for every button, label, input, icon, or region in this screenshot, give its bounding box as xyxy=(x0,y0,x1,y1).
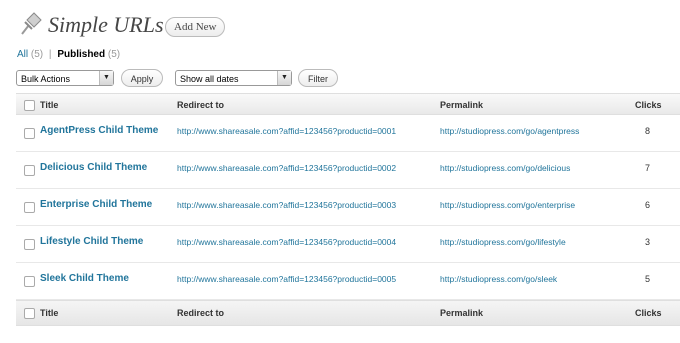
row-title-link[interactable]: AgentPress Child Theme xyxy=(40,125,158,136)
footer-column-permalink: Permalink xyxy=(440,308,484,318)
date-filter-value: Show all dates xyxy=(180,74,239,84)
row-title-link[interactable]: Enterprise Child Theme xyxy=(40,199,152,210)
page-title: Simple URLs xyxy=(48,12,164,37)
row-permalink-link[interactable]: http://studiopress.com/go/enterprise xyxy=(440,200,575,210)
row-permalink-link[interactable]: http://studiopress.com/go/lifestyle xyxy=(440,237,566,247)
row-checkbox[interactable] xyxy=(24,276,35,287)
footer-column-clicks[interactable]: Clicks xyxy=(635,308,662,318)
row-checkbox[interactable] xyxy=(24,202,35,213)
row-redirect-link[interactable]: http://www.shareasale.com?affid=123456?p… xyxy=(177,126,396,136)
filter-button[interactable]: Filter xyxy=(298,69,338,87)
apply-button[interactable]: Apply xyxy=(121,69,163,87)
page-header: Simple URLs Add New xyxy=(16,10,676,40)
table-row: Sleek Child Theme http://www.shareasale.… xyxy=(16,263,680,300)
table-row: AgentPress Child Theme http://www.sharea… xyxy=(16,115,680,152)
row-redirect-link[interactable]: http://www.shareasale.com?affid=123456?p… xyxy=(177,274,396,284)
column-clicks[interactable]: Clicks xyxy=(635,100,662,110)
select-all-checkbox-footer[interactable] xyxy=(24,308,35,319)
filter-published-count: (5) xyxy=(107,49,121,60)
row-clicks: 5 xyxy=(645,274,651,284)
pushpin-icon xyxy=(21,12,42,35)
row-redirect-link[interactable]: http://www.shareasale.com?affid=123456?p… xyxy=(177,237,396,247)
footer-column-redirect: Redirect to xyxy=(177,308,225,318)
filter-separator: | xyxy=(48,49,52,60)
row-clicks: 6 xyxy=(645,200,651,210)
column-title[interactable]: Title xyxy=(40,100,58,110)
bulk-actions-select[interactable]: Bulk Actions ▼ xyxy=(16,70,114,86)
row-permalink-link[interactable]: http://studiopress.com/go/sleek xyxy=(440,274,557,284)
chevron-down-icon: ▼ xyxy=(99,71,113,85)
table-header: Title Redirect to Permalink Clicks xyxy=(16,93,680,115)
footer-column-title[interactable]: Title xyxy=(40,308,58,318)
filter-all-count: (5) xyxy=(30,49,44,60)
row-permalink-link[interactable]: http://studiopress.com/go/agentpress xyxy=(440,126,579,136)
row-title-link[interactable]: Delicious Child Theme xyxy=(40,162,147,173)
table-row: Enterprise Child Theme http://www.sharea… xyxy=(16,189,680,226)
date-filter-select[interactable]: Show all dates ▼ xyxy=(175,70,292,86)
add-new-button[interactable]: Add New xyxy=(165,17,226,37)
select-all-checkbox[interactable] xyxy=(24,100,35,111)
row-title-link[interactable]: Lifestyle Child Theme xyxy=(40,236,143,247)
urls-table: Title Redirect to Permalink Clicks xyxy=(16,93,680,115)
row-clicks: 8 xyxy=(645,126,651,136)
bulk-actions-value: Bulk Actions xyxy=(21,74,71,84)
row-redirect-link[interactable]: http://www.shareasale.com?affid=123456?p… xyxy=(177,163,396,173)
status-filter-links: All (5) | Published (5) xyxy=(17,49,120,60)
row-redirect-link[interactable]: http://www.shareasale.com?affid=123456?p… xyxy=(177,200,396,210)
column-redirect: Redirect to xyxy=(177,100,225,110)
row-checkbox[interactable] xyxy=(24,239,35,250)
table-row: Lifestyle Child Theme http://www.shareas… xyxy=(16,226,680,263)
filter-all-link[interactable]: All xyxy=(17,49,28,60)
row-checkbox[interactable] xyxy=(24,165,35,176)
table-row: Delicious Child Theme http://www.shareas… xyxy=(16,152,680,189)
filter-published-link[interactable]: Published xyxy=(57,49,105,60)
row-title-link[interactable]: Sleek Child Theme xyxy=(40,273,129,284)
column-permalink: Permalink xyxy=(440,100,484,110)
chevron-down-icon: ▼ xyxy=(277,71,291,85)
table-footer: Title Redirect to Permalink Clicks xyxy=(16,300,680,326)
row-clicks: 3 xyxy=(645,237,651,247)
row-permalink-link[interactable]: http://studiopress.com/go/delicious xyxy=(440,163,570,173)
row-clicks: 7 xyxy=(645,163,651,173)
row-checkbox[interactable] xyxy=(24,128,35,139)
